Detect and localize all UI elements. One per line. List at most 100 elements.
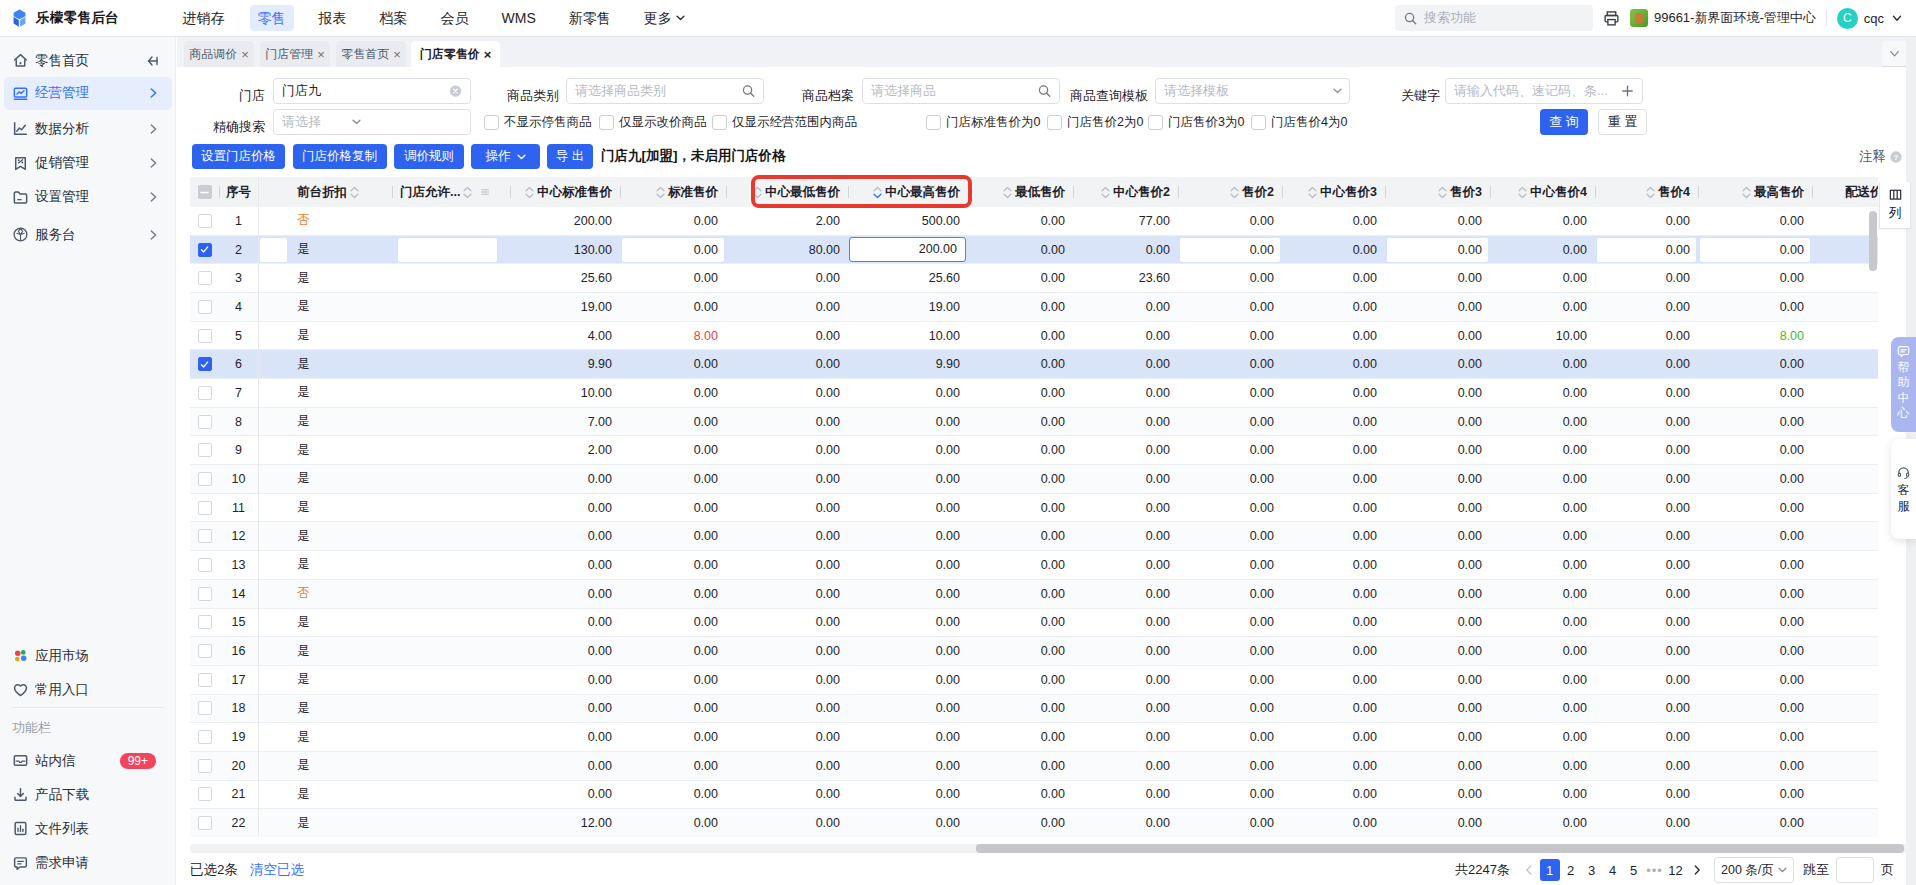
sort-icon[interactable]: [1003, 186, 1012, 199]
table-row-16[interactable]: 16是0.000.000.000.000.000.000.000.000.000…: [190, 637, 1878, 666]
editable-cell[interactable]: [398, 238, 497, 262]
template-select[interactable]: 请选择模板: [1155, 78, 1350, 104]
table-row-15[interactable]: 15是0.000.000.000.000.000.000.000.000.000…: [190, 609, 1878, 638]
next-page-button[interactable]: [1687, 859, 1707, 881]
row-checkbox[interactable]: [190, 609, 219, 637]
column-header-8[interactable]: 中心售价2: [1073, 177, 1170, 207]
toolbar-button-1[interactable]: 设置门店价格: [192, 144, 285, 169]
row-checkbox[interactable]: [190, 379, 219, 407]
chevron-down-icon[interactable]: [1333, 88, 1342, 94]
sort-icon[interactable]: [1101, 186, 1110, 199]
clear-selection-link[interactable]: 清空已选: [250, 861, 304, 879]
table-row-9[interactable]: 9是2.000.000.000.000.000.000.000.000.000.…: [190, 436, 1878, 465]
row-checkbox[interactable]: [190, 723, 219, 751]
horizontal-scrollbar[interactable]: [190, 844, 1907, 853]
prev-page-button[interactable]: [1519, 859, 1539, 881]
sidebar-item-heart[interactable]: 常用入口: [4, 673, 172, 706]
sidebar-item-6[interactable]: 服务台: [4, 218, 172, 251]
topnav-item-6[interactable]: WMS: [494, 5, 544, 31]
editable-cell[interactable]: 0.00: [1180, 238, 1280, 262]
editable-cell[interactable]: 0.00: [1387, 238, 1488, 262]
row-checkbox[interactable]: [190, 809, 219, 837]
focused-editing-cell[interactable]: 200.00: [849, 237, 966, 262]
search-icon[interactable]: [1037, 84, 1052, 99]
query-button[interactable]: 查 询: [1540, 109, 1588, 135]
column-header-12[interactable]: 中心售价4: [1490, 177, 1587, 207]
column-header-3[interactable]: 中心标准售价: [510, 177, 612, 207]
sidebar-collapse-icon[interactable]: [144, 53, 160, 69]
search-icon[interactable]: [741, 84, 756, 99]
table-row-14[interactable]: 14否0.000.000.000.000.000.000.000.000.000…: [190, 580, 1878, 609]
sort-icon[interactable]: [1518, 186, 1527, 199]
store-input[interactable]: 门店九: [273, 78, 471, 104]
row-checkbox[interactable]: [190, 666, 219, 694]
row-checkbox[interactable]: [190, 695, 219, 723]
filter-checkbox-4[interactable]: 门店标准售价为0: [926, 114, 1040, 131]
toolbar-button-5[interactable]: 导 出: [547, 144, 593, 169]
editable-cell[interactable]: 0.00: [1597, 238, 1696, 262]
row-checkbox[interactable]: [190, 494, 219, 522]
table-row-8[interactable]: 8是7.000.000.000.000.000.000.000.000.000.…: [190, 408, 1878, 437]
search-input[interactable]: 搜索功能: [1395, 5, 1593, 31]
annotation-link[interactable]: 注释?: [1859, 148, 1903, 166]
archive-select[interactable]: 请选择商品: [862, 78, 1060, 104]
column-header-2[interactable]: 门店允许...: [400, 177, 510, 207]
row-checkbox[interactable]: [190, 207, 219, 235]
page-button-3[interactable]: 3: [1582, 859, 1602, 881]
sort-icon[interactable]: [1742, 186, 1751, 199]
app-logo[interactable]: 乐檬零售后台: [10, 0, 119, 36]
row-checkbox[interactable]: [190, 436, 219, 464]
table-row-19[interactable]: 19是0.000.000.000.000.000.000.000.000.000…: [190, 723, 1878, 752]
topnav-item-3[interactable]: 报表: [311, 5, 355, 31]
column-header-4[interactable]: 标准售价: [620, 177, 718, 207]
page-button-12[interactable]: 12: [1666, 859, 1686, 881]
toolbar-button-3[interactable]: 调价规则: [394, 144, 464, 169]
tab-4[interactable]: 门店零售价×: [411, 41, 500, 67]
table-row-4[interactable]: 4是19.000.000.0019.000.000.000.000.000.00…: [190, 293, 1878, 322]
row-checkbox[interactable]: [190, 322, 219, 350]
column-header-11[interactable]: 售价3: [1385, 177, 1482, 207]
column-header-15[interactable]: 配送价: [1845, 177, 1878, 207]
tab-2[interactable]: 门店管理×: [260, 41, 330, 67]
horizontal-scrollbar-thumb[interactable]: [976, 844, 1904, 853]
sort-icon[interactable]: [463, 186, 472, 199]
row-checkbox[interactable]: [190, 781, 219, 809]
column-header-7[interactable]: 最低售价: [968, 177, 1065, 207]
table-row-1[interactable]: 1否200.000.002.00500.000.0077.000.000.000…: [190, 207, 1878, 236]
row-checkbox[interactable]: [190, 465, 219, 493]
sort-icon[interactable]: [525, 186, 534, 199]
column-header-9[interactable]: 售价2: [1178, 177, 1274, 207]
table-row-21[interactable]: 21是0.000.000.000.000.000.000.000.000.000…: [190, 781, 1878, 810]
table-row-12[interactable]: 12是0.000.000.000.000.000.000.000.000.000…: [190, 522, 1878, 551]
sort-icon[interactable]: [1230, 186, 1239, 199]
topnav-item-4[interactable]: 档案: [372, 5, 416, 31]
filter-checkbox-5[interactable]: 门店售价2为0: [1047, 114, 1143, 131]
row-checkbox[interactable]: [190, 752, 219, 780]
jump-page-input[interactable]: [1836, 857, 1874, 883]
tab-close-icon[interactable]: ×: [484, 48, 492, 61]
sidebar-item-5[interactable]: 设置管理: [4, 181, 172, 214]
precise-search-select[interactable]: 请选择: [273, 109, 471, 135]
topnav-item-8[interactable]: 更多: [636, 5, 693, 31]
table-row-7[interactable]: 7是10.000.000.000.000.000.000.000.000.000…: [190, 379, 1878, 408]
tenant-info[interactable]: 99661-新界面环境-管理中心: [1630, 9, 1816, 27]
column-menu-icon[interactable]: [479, 186, 491, 198]
tab-close-icon[interactable]: ×: [317, 48, 325, 61]
editable-cell[interactable]: 0.00: [1700, 238, 1810, 262]
row-checkbox[interactable]: [190, 293, 219, 321]
editable-cell[interactable]: [260, 238, 287, 262]
sidebar-item-4[interactable]: 促销管理: [4, 147, 172, 180]
sidebar-item-require[interactable]: 需求申请: [4, 847, 172, 880]
table-row-10[interactable]: 10是0.000.000.000.000.000.000.000.000.000…: [190, 465, 1878, 494]
column-header-14[interactable]: 最高售价: [1698, 177, 1804, 207]
row-checkbox[interactable]: [190, 264, 219, 292]
tab-3[interactable]: 零售首页×: [336, 41, 406, 67]
sidebar-item-mail[interactable]: 站内信99+: [4, 744, 172, 777]
table-row-5[interactable]: 5是4.008.000.0010.000.000.000.000.000.001…: [190, 322, 1878, 351]
column-header-13[interactable]: 售价4: [1595, 177, 1690, 207]
reset-button[interactable]: 重 置: [1598, 109, 1647, 135]
row-checkbox[interactable]: [190, 637, 219, 665]
column-header-1[interactable]: 前台折扣: [297, 177, 392, 207]
table-row-6[interactable]: 6是9.900.000.009.900.000.000.000.000.000.…: [190, 350, 1878, 379]
keyword-input[interactable]: 请输入代码、速记码、条...: [1445, 78, 1643, 104]
